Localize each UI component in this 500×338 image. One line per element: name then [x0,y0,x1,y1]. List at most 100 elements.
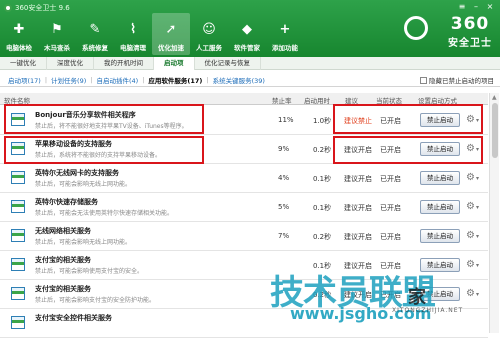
service-window-icon [11,258,25,271]
gear-icon[interactable]: ⚙ [466,289,479,301]
startup-time: 0.1秒 [313,175,332,183]
tab-startup-4[interactable]: 系统关键服务(39) [209,75,269,85]
header-bar: 360安全卫士 9.6 ≡ – × ✚ 电脑体检 ⚑ 木马查杀 ✎ 系统修复 ⌇ 电脑清理 ➚ 优… [0,0,500,57]
brand-name: 安全卫士 [448,38,492,49]
hide-disabled-toggle[interactable]: 隐藏已禁止启动的项目 [420,75,494,85]
trojan-scan-icon: ⚑ [51,21,63,37]
service-name: Bonjour音乐分享软件相关程序 [35,111,136,119]
startup-time: 0.2秒 [313,146,332,154]
nav-label: 人工服务 [196,44,222,52]
plus-icon: + [279,21,291,37]
disable-rate: 7% [278,232,290,240]
scrollbar[interactable]: ▲ [489,93,499,333]
disable-startup-button[interactable]: 禁止启动 [420,229,460,243]
tab-startup-1[interactable]: 计划任务(9) [47,75,90,85]
nav-item-2[interactable]: ✎ 系统修复 [76,13,114,55]
nav-label: 系统修复 [82,44,108,52]
service-row: Bonjour音乐分享软件相关程序 禁止后，将不能很好地支持苹果TV设备、iTun… [0,106,488,135]
hide-disabled-label: 隐藏已禁止启动的项目 [429,77,494,85]
service-description: 禁止后，系统将不能很好的支持苹果移动设备。 [35,152,162,159]
gear-icon[interactable]: ⚙ [466,202,479,214]
watermark-sub: XITONGZHIJIA.NET [392,307,464,314]
disable-startup-button[interactable]: 禁止启动 [420,200,460,214]
brand-logo: 360 安全卫士 [448,14,492,49]
col-method: 设置启动方式 [418,97,457,105]
service-window-icon [11,142,25,155]
nav-label: 添加功能 [272,44,298,52]
service-description: 禁止后，可能会影响使用支付宝的安全。 [35,268,144,275]
col-suggest: 建议 [345,97,358,105]
tab-startup-0[interactable]: 启动项(17) [4,75,45,85]
service-name: 无线网络相关服务 [35,227,91,235]
tab-startup-2[interactable]: 自启动插件(4) [92,75,142,85]
service-name: 英特尔无线网卡的支持服务 [35,169,119,177]
disable-startup-button[interactable]: 禁止启动 [420,171,460,185]
scroll-up-icon[interactable]: ▲ [492,94,497,101]
nav-label: 软件管家 [234,44,260,52]
nav-item-5[interactable]: ☺ 人工服务 [190,13,228,55]
disable-startup-button[interactable]: 禁止启动 [420,113,460,127]
service-name: 苹果移动设备的支持服务 [35,140,112,148]
wrench-icon: ✎ [89,21,101,37]
nav-item-1[interactable]: ⚑ 木马查杀 [38,13,76,55]
optimize-tabs: 一键优化 深度优化 我的开机时间 启动项 优化记录与恢复 [0,57,500,70]
service-window-icon [11,316,25,329]
col-rate: 禁止率 [272,97,292,105]
menu-icon[interactable]: ≡ [456,2,468,12]
startup-time: 0.2秒 [313,233,332,241]
service-window-icon [11,200,25,213]
service-description: 禁止后，可能会影响无线上网功能。 [35,239,132,246]
tab-optimize-2[interactable]: 我的开机时间 [94,57,154,70]
nav-item-0[interactable]: ✚ 电脑体检 [0,13,38,55]
startup-time: 0.1秒 [313,204,332,212]
current-status: 已开启 [380,146,401,154]
nav-label: 优化加速 [158,44,184,52]
app-logo-icon [4,4,12,12]
current-status: 已开启 [380,233,401,241]
nav-item-4[interactable]: ➚ 优化加速 [152,13,190,55]
tab-startup-3[interactable]: 应用软件服务(17) [144,75,206,85]
hide-disabled-checkbox[interactable] [420,76,427,84]
col-status: 当前状态 [376,97,402,105]
tab-optimize-0[interactable]: 一键优化 [0,57,47,70]
gear-icon[interactable]: ⚙ [466,173,479,185]
service-row: 无线网络相关服务 禁止后，可能会影响无线上网功能。 7% 0.2秒 建议开启 已开启 禁止启… [0,222,488,251]
suggestion: 建议开启 [344,175,372,183]
gear-icon[interactable]: ⚙ [466,231,479,243]
gear-icon[interactable]: ⚙ [466,260,479,272]
service-name: 支付宝安全控件相关服务 [35,314,112,322]
brand-ring-icon [404,16,428,40]
col-time: 启动用时 [304,97,330,105]
nav-item-6[interactable]: ◆ 软件管家 [228,13,266,55]
tab-optimize-1[interactable]: 深度优化 [47,57,94,70]
disable-rate: 9% [278,145,290,153]
current-status: 已开启 [380,175,401,183]
suggestion: 建议禁止 [344,117,372,125]
person-service-icon: ☺ [202,21,216,37]
gear-icon[interactable]: ⚙ [466,115,479,127]
suggestion: 建议开启 [344,146,372,154]
software-bag-icon: ◆ [242,21,252,37]
table-header: 软件名称 禁止率 启动用时 建议 当前状态 设置启动方式 [0,93,488,105]
close-icon[interactable]: × [484,2,496,12]
minimize-icon[interactable]: – [470,2,482,12]
nav-item-7[interactable]: + 添加功能 [266,13,304,55]
service-description: 禁止后，可能会影响支付宝的安全防护功能。 [35,297,156,304]
tab-optimize-3[interactable]: 启动项 [154,57,195,70]
nav-item-3[interactable]: ⌇ 电脑清理 [114,13,152,55]
computer-check-icon: ✚ [13,21,25,37]
disable-rate: 4% [278,174,290,182]
service-window-icon [11,229,25,242]
gear-icon[interactable]: ⚙ [466,144,479,156]
tab-optimize-4[interactable]: 优化记录与恢复 [195,57,261,70]
service-row: 苹果移动设备的支持服务禁止后，系统将不能很好的支持苹果移动设备。 9% 0.2秒 建议… [0,135,488,164]
startup-category-tabs: 隐藏已禁止启动的项目 启动项(17) | 计划任务(9) | 自启动插件(4) | 应用软件… [0,73,500,87]
window-controls: ≡ – × [456,2,496,12]
suggestion: 建议开启 [344,204,372,212]
nav-label: 电脑体检 [6,44,32,52]
main-nav: ✚ 电脑体检 ⚑ 木马查杀 ✎ 系统修复 ⌇ 电脑清理 ➚ 优化加速 ☺ 人工服务 ◆ 软件管家 + 添加功能 [0,13,304,55]
scroll-thumb[interactable] [492,103,498,158]
service-row: 英特尔快速存储服务 禁止后，可能会无法使用英特尔快速存储相关功能。 5% 0.1秒 建议… [0,193,488,222]
service-name: 支付宝的相关服务 [35,256,91,264]
disable-startup-button[interactable]: 禁止启动 [420,142,460,156]
